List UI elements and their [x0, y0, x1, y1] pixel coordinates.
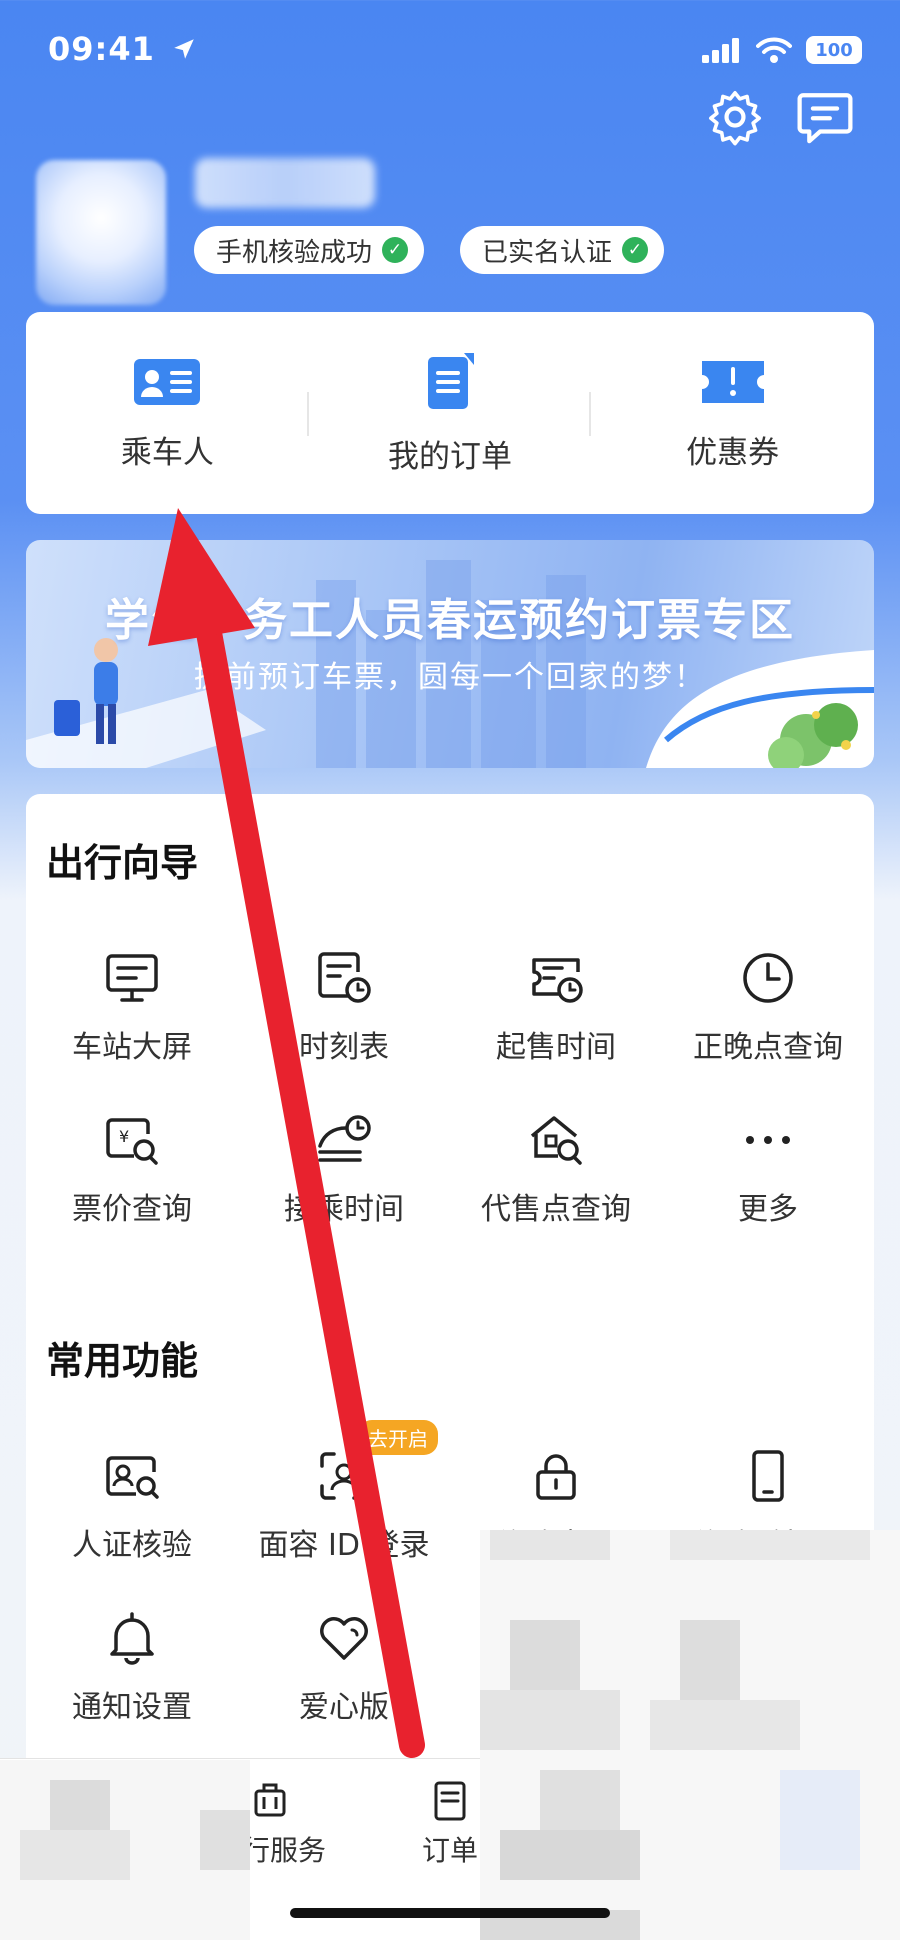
face-id-label: 面容 ID 登录 — [258, 1528, 430, 1563]
fare-query-item[interactable]: ¥ 票价查询 — [26, 1110, 238, 1228]
station-screen-label: 车站大屏 — [72, 1030, 192, 1065]
agency-query-label: 代售点查询 — [481, 1192, 631, 1227]
check-icon: ✓ — [622, 237, 649, 263]
status-icons: 100 — [702, 36, 862, 64]
face-id-icon — [320, 1452, 368, 1500]
travel-guide-row-1: 车站大屏 时刻表 起售时间 正晚点查询 — [26, 948, 874, 1066]
status-time-text: 09:41 — [48, 30, 155, 68]
travel-guide-row-2: ¥ 票价查询 接乘时间 代售点查询 更多 — [26, 1110, 874, 1228]
tab-orders-label: 订单 — [421, 1834, 478, 1867]
mosaic-overlay-right — [480, 1530, 900, 1940]
phone-verified-badge: 手机核验成功 ✓ — [194, 226, 425, 274]
delay-query-label: 正晚点查询 — [693, 1030, 843, 1065]
signal-icon — [702, 38, 739, 63]
quick-passenger[interactable]: 乘车人 — [26, 312, 309, 514]
quick-actions-card: 乘车人 我的订单 优惠券 — [26, 312, 874, 514]
banner-subtitle: 提前预订车票，圆每一个回家的梦！ — [194, 660, 706, 695]
notification-settings-item[interactable]: 通知设置 — [26, 1608, 238, 1726]
travel-guide-title: 出行向导 — [46, 841, 199, 885]
more-dots-icon — [746, 1136, 790, 1144]
battery-indicator: 100 — [806, 36, 862, 64]
quick-my-orders[interactable]: 我的订单 — [309, 312, 592, 514]
id-verify-item[interactable]: 人证核验 — [26, 1446, 238, 1564]
quick-coupons[interactable]: 优惠券 — [591, 312, 874, 514]
passenger-card-icon — [134, 358, 201, 405]
username-blurred — [195, 158, 375, 208]
more-item[interactable]: 更多 — [662, 1110, 874, 1228]
avatar[interactable] — [36, 160, 166, 305]
station-screen-icon — [106, 954, 158, 1002]
order-icon — [434, 1781, 466, 1821]
order-doc-icon — [428, 352, 474, 409]
timetable-label: 时刻表 — [299, 1030, 389, 1065]
care-mode-label: 爱心版 — [299, 1690, 389, 1725]
wifi-icon — [756, 37, 792, 63]
id-verify-label: 人证核验 — [72, 1528, 192, 1563]
phone-icon — [752, 1450, 784, 1502]
realname-verified-badge: 已实名认证 ✓ — [460, 226, 665, 274]
check-icon: ✓ — [382, 237, 409, 263]
sale-time-label: 起售时间 — [496, 1030, 616, 1065]
pickup-time-item[interactable]: 接乘时间 — [238, 1110, 450, 1228]
banner-title: 学生、务工人员春运预约订票专区 — [105, 595, 795, 646]
common-functions-title: 常用功能 — [46, 1339, 199, 1383]
more-label: 更多 — [738, 1192, 798, 1227]
clock-icon — [743, 953, 793, 1003]
sale-time-item[interactable]: 起售时间 — [450, 948, 662, 1066]
quick-passenger-label: 乘车人 — [120, 434, 214, 471]
agency-query-item[interactable]: 代售点查询 — [450, 1110, 662, 1228]
quick-my-orders-label: 我的订单 — [388, 438, 512, 475]
timetable-item[interactable]: 时刻表 — [238, 948, 450, 1066]
mosaic-overlay-left — [0, 1760, 250, 1940]
pickup-time-label: 接乘时间 — [284, 1192, 404, 1227]
lock-icon — [536, 1454, 576, 1500]
fare-search-icon: ¥ — [106, 1118, 158, 1165]
location-arrow-icon — [174, 39, 194, 59]
sale-time-icon — [532, 958, 583, 1003]
notification-settings-label: 通知设置 — [72, 1690, 192, 1725]
station-screen-item[interactable]: 车站大屏 — [26, 948, 238, 1066]
heart-icon — [320, 1617, 368, 1660]
delay-query-item[interactable]: 正晚点查询 — [662, 948, 874, 1066]
luggage-icon — [254, 1783, 286, 1817]
home-indicator — [290, 1908, 610, 1918]
realname-verified-label: 已实名认证 — [482, 237, 613, 268]
svg-text:¥: ¥ — [119, 1127, 129, 1146]
timetable-icon — [318, 952, 371, 1003]
battery-level: 100 — [815, 39, 853, 61]
care-mode-item[interactable]: 爱心版 — [238, 1608, 450, 1726]
status-time: 09:41 — [48, 30, 197, 68]
bell-icon — [110, 1612, 154, 1665]
coupon-ticket-icon — [701, 360, 764, 403]
fare-query-label: 票价查询 — [72, 1192, 192, 1227]
settings-gear-icon[interactable] — [706, 88, 764, 146]
id-verify-icon — [106, 1456, 159, 1499]
quick-coupons-label: 优惠券 — [686, 434, 780, 471]
message-icon[interactable] — [796, 88, 854, 146]
face-id-item[interactable]: 去开启 面容 ID 登录 — [238, 1420, 450, 1564]
common-functions-row-2: 通知设置 爱心版 — [26, 1608, 450, 1726]
agency-search-icon — [530, 1116, 582, 1165]
pickup-time-icon — [318, 1115, 371, 1162]
spring-festival-banner[interactable]: 学生、务工人员春运预约订票专区 提前预订车票，圆每一个回家的梦！ — [26, 540, 874, 768]
enable-badge: 去开启 — [358, 1420, 438, 1455]
phone-verified-label: 手机核验成功 — [216, 237, 373, 268]
